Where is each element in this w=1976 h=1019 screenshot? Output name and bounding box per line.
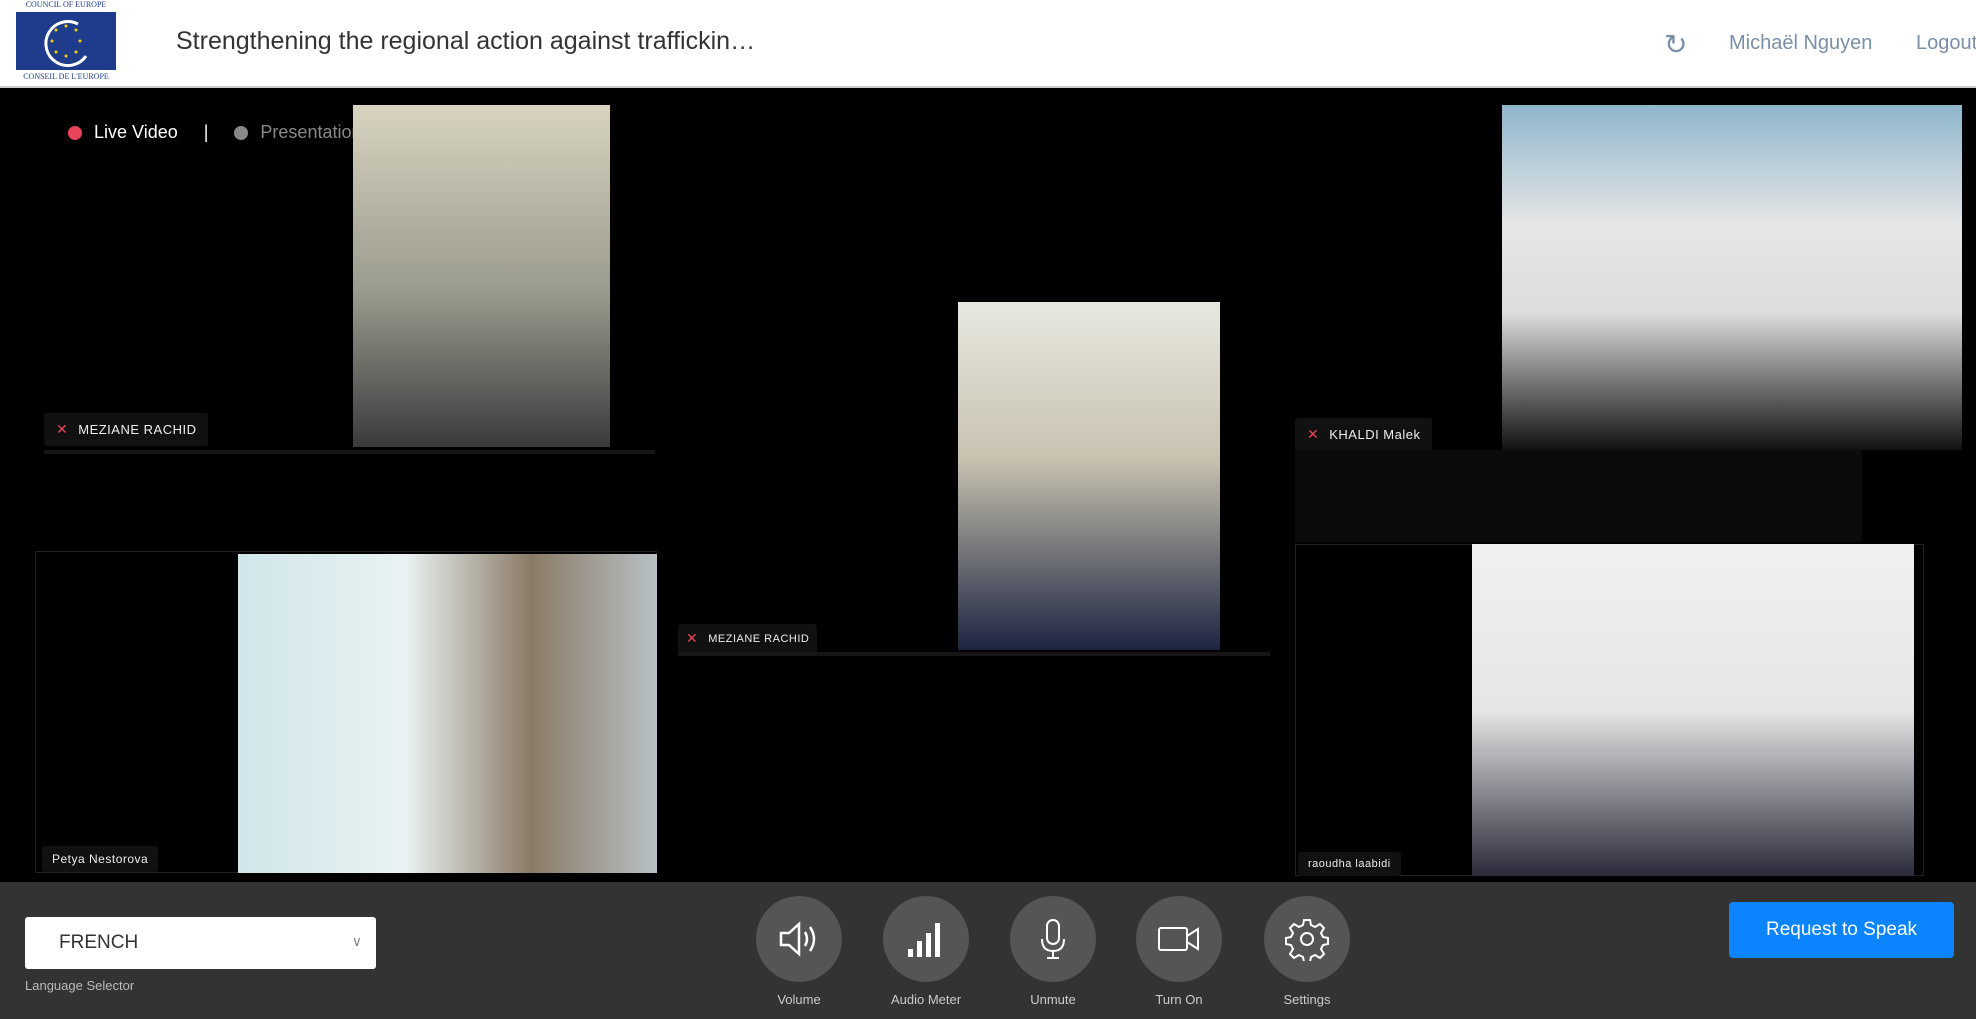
participant-video [353, 105, 610, 447]
muted-mic-icon: ✕ [686, 630, 699, 646]
header: COUNCIL OF EUROPE CONSEIL DE L'EUROPE St… [0, 0, 1976, 88]
participant-video [1502, 105, 1962, 450]
audio-meter-button[interactable]: Audio Meter [883, 896, 969, 1007]
turn-on-camera-button[interactable]: Turn On [1136, 896, 1222, 1007]
divider [678, 652, 1270, 656]
divider [44, 450, 655, 454]
participant-label: ✕ MEZIANE RACHID [44, 413, 209, 446]
live-dot-icon [68, 125, 82, 140]
view-tabs: Live Video | Presentation [68, 122, 362, 143]
participant-label: ✕ KHALDI Malek [1295, 418, 1433, 451]
participant-label: raoudha laabidi [1298, 852, 1401, 876]
volume-icon [779, 921, 816, 957]
refresh-icon[interactable]: ↻ [1664, 28, 1687, 61]
volume-button[interactable]: Volume [756, 896, 842, 1007]
separator: | [203, 122, 209, 142]
participant-label: Petya Nestorova [42, 846, 159, 872]
participant-label: ✕ MEZIANE RACHID [678, 624, 818, 653]
request-to-speak-button[interactable]: Request to Speak [1729, 902, 1954, 958]
muted-mic-icon: ✕ [1307, 426, 1320, 442]
language-selector[interactable]: FRENCH ∨ [25, 917, 376, 969]
audio-meter-icon [908, 923, 940, 957]
settings-button[interactable]: Settings [1264, 896, 1350, 1007]
user-name: Michaël Nguyen [1729, 32, 1873, 54]
participant-video [958, 302, 1220, 650]
participant-video [238, 554, 657, 873]
microphone-icon [1041, 919, 1065, 959]
unmute-button[interactable]: Unmute [1010, 896, 1096, 1007]
council-of-europe-logo: COUNCIL OF EUROPE CONSEIL DE L'EUROPE [16, 0, 116, 84]
muted-mic-icon: ✕ [56, 421, 69, 437]
gear-icon [1285, 919, 1329, 961]
logout-link[interactable]: Logout [1916, 32, 1976, 55]
tile-background [1295, 450, 1862, 542]
presentation-dot-icon [234, 125, 249, 140]
tab-presentation[interactable]: Presentation [234, 122, 362, 143]
tab-live-video[interactable]: Live Video [68, 122, 178, 143]
participant-video [1472, 544, 1914, 876]
chevron-down-icon: ∨ [351, 933, 362, 949]
language-selector-label: Language Selector [25, 978, 135, 993]
camera-icon [1158, 927, 1199, 951]
event-title: Strengthening the regional action agains… [176, 27, 756, 55]
